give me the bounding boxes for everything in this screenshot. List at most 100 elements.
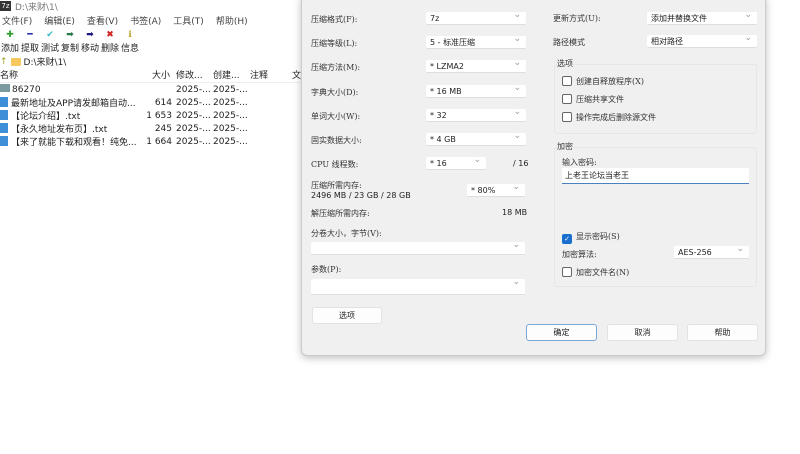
update-select[interactable]: 添加并替换文件 bbox=[647, 9, 757, 25]
toolbar-minus-button[interactable]: ━ 提取 bbox=[20, 29, 40, 54]
password-label: 输入密码: bbox=[562, 158, 597, 167]
file-row[interactable]: 【论坛介绍】.txt 1 653 2025-... 2025-... bbox=[0, 110, 300, 123]
file-size: 1 664 bbox=[146, 137, 172, 147]
menu-edit[interactable]: 编辑(E) bbox=[44, 14, 75, 27]
encrypt-names-label: 加密文件名(N) bbox=[576, 268, 630, 277]
encrypt-names-option[interactable]: 加密文件名(N) bbox=[562, 267, 629, 278]
file-name: 86270 bbox=[12, 85, 41, 95]
mem-percent-select[interactable]: * 80% bbox=[467, 181, 525, 197]
file-icon bbox=[0, 110, 8, 120]
column-modified[interactable]: 修改... bbox=[176, 70, 203, 83]
menu-view[interactable]: 查看(V) bbox=[87, 14, 118, 27]
cpu-max: / 16 bbox=[513, 159, 529, 168]
sfx-checkbox[interactable] bbox=[562, 76, 572, 86]
volume-select[interactable] bbox=[311, 239, 525, 255]
toolbar-plus-button[interactable]: ✚ 添加 bbox=[0, 29, 20, 54]
toolbar-move-arrow-button[interactable]: ➡ 移动 bbox=[80, 29, 100, 54]
shared-checkbox[interactable] bbox=[562, 94, 572, 104]
menu-tools[interactable]: 工具(T) bbox=[173, 14, 204, 27]
column-created[interactable]: 创建... bbox=[213, 70, 240, 83]
options-group-title: 选项 bbox=[557, 58, 573, 69]
folder-icon bbox=[10, 57, 21, 66]
folder-icon bbox=[0, 84, 10, 92]
file-icon bbox=[0, 136, 8, 146]
options-button[interactable]: 选项 bbox=[312, 307, 382, 324]
delete-x-icon: ✖ bbox=[106, 30, 114, 40]
params-input[interactable] bbox=[311, 276, 525, 295]
file-row[interactable]: 86270 2025-... 2025-... bbox=[0, 84, 300, 97]
column-size[interactable]: 大小 bbox=[152, 70, 170, 83]
file-icon bbox=[0, 123, 8, 133]
info-icon: ℹ bbox=[128, 30, 132, 40]
cpu-select[interactable]: * 16 bbox=[426, 154, 486, 170]
level-select[interactable]: 5 - 标准压缩 bbox=[426, 33, 526, 49]
column-more[interactable]: 文 bbox=[292, 70, 301, 83]
file-row[interactable]: 【来了就能下载和观看！纯免... 1 664 2025-... 2025-... bbox=[0, 136, 300, 149]
app-icon: 7z bbox=[0, 1, 11, 11]
shared-label: 压缩共享文件 bbox=[576, 95, 624, 104]
up-arrow-icon[interactable]: ↑ bbox=[0, 57, 8, 67]
level-label: 压缩等级(L): bbox=[311, 39, 358, 48]
file-row[interactable]: 最新地址及APP请发邮箱自动... 614 2025-... 2025-... bbox=[0, 97, 300, 110]
file-created: 2025-... bbox=[213, 124, 248, 134]
solid-select[interactable]: * 4 GB bbox=[426, 130, 526, 146]
toolbar-check-button[interactable]: ✔ 测试 bbox=[40, 29, 60, 54]
menu-file[interactable]: 文件(F) bbox=[2, 14, 32, 27]
window-title: D:\来财\1\ bbox=[15, 2, 58, 13]
word-label: 单词大小(W): bbox=[311, 112, 361, 121]
delete-option[interactable]: 操作完成后删除源文件 bbox=[562, 112, 656, 123]
show-password-checkbox[interactable]: ✓ bbox=[562, 234, 572, 244]
show-password-option[interactable]: ✓ 显示密码(S) bbox=[562, 231, 620, 244]
toolbar-info-button[interactable]: ℹ 信息 bbox=[120, 29, 140, 54]
enc-method-select[interactable]: AES-256 bbox=[674, 243, 749, 259]
format-select[interactable]: 7z bbox=[426, 9, 526, 25]
show-password-label: 显示密码(S) bbox=[576, 232, 620, 241]
path-select[interactable]: 相对路径 bbox=[647, 32, 757, 48]
toolbar: ✚ 添加 ━ 提取 ✔ 测试 ➡ 复制 ➡ 移动 ✖ 删除 ℹ 信息 bbox=[0, 29, 140, 54]
column-comment[interactable]: 注释 bbox=[250, 70, 268, 83]
plus-icon: ✚ bbox=[6, 30, 14, 40]
file-created: 2025-... bbox=[213, 98, 248, 108]
delete-checkbox[interactable] bbox=[562, 112, 572, 122]
ok-button[interactable]: 确定 bbox=[526, 324, 597, 341]
encryption-group-title: 加密 bbox=[557, 141, 573, 152]
move-arrow-icon: ➡ bbox=[86, 30, 94, 40]
file-size: 614 bbox=[154, 98, 172, 108]
solid-label: 固实数据大小: bbox=[311, 136, 362, 145]
file-size: 1 653 bbox=[146, 111, 172, 121]
cancel-button[interactable]: 取消 bbox=[607, 324, 678, 341]
menu-help[interactable]: 帮助(H) bbox=[216, 14, 248, 27]
update-label: 更新方式(U): bbox=[553, 14, 601, 23]
file-modified: 2025-... bbox=[176, 137, 211, 147]
method-select[interactable]: * LZMA2 bbox=[426, 57, 526, 73]
path-label: 路径模式 bbox=[553, 38, 585, 47]
dict-select[interactable]: * 16 MB bbox=[426, 82, 526, 98]
toolbar-label: 删除 bbox=[100, 44, 119, 54]
word-select[interactable]: * 32 bbox=[426, 106, 526, 122]
dict-label: 字典大小(D): bbox=[311, 88, 359, 97]
mem-label: 压缩所需内存: bbox=[311, 181, 362, 190]
file-size: 245 bbox=[154, 124, 172, 134]
shared-option[interactable]: 压缩共享文件 bbox=[562, 94, 624, 105]
toolbar-label: 复制 bbox=[60, 44, 79, 54]
password-input[interactable]: 上老王论坛当老王 bbox=[562, 168, 749, 184]
toolbar-label: 添加 bbox=[0, 44, 19, 54]
address-bar[interactable]: ↑ D:\来财\1\ bbox=[0, 55, 300, 69]
encrypt-names-checkbox[interactable] bbox=[562, 267, 572, 277]
sfx-option[interactable]: 创建自释放程序(X) bbox=[562, 76, 644, 87]
cpu-label: CPU 线程数: bbox=[311, 160, 359, 169]
minus-icon: ━ bbox=[27, 30, 33, 40]
menu-bookmarks[interactable]: 书签(A) bbox=[130, 14, 161, 27]
sfx-label: 创建自释放程序(X) bbox=[576, 77, 644, 86]
toolbar-delete-x-button[interactable]: ✖ 删除 bbox=[100, 29, 120, 54]
file-created: 2025-... bbox=[213, 111, 248, 121]
toolbar-label: 信息 bbox=[120, 44, 139, 54]
enc-method-label: 加密算法: bbox=[562, 250, 597, 259]
arrow-right-icon: ➡ bbox=[66, 30, 74, 40]
file-name: 【永久地址发布页】.txt bbox=[11, 125, 108, 135]
column-name[interactable]: 名称 bbox=[0, 70, 18, 83]
file-row[interactable]: 【永久地址发布页】.txt 245 2025-... 2025-... bbox=[0, 123, 300, 136]
toolbar-arrow-right-button[interactable]: ➡ 复制 bbox=[60, 29, 80, 54]
help-button[interactable]: 帮助 bbox=[687, 324, 758, 341]
file-icon bbox=[0, 97, 8, 107]
